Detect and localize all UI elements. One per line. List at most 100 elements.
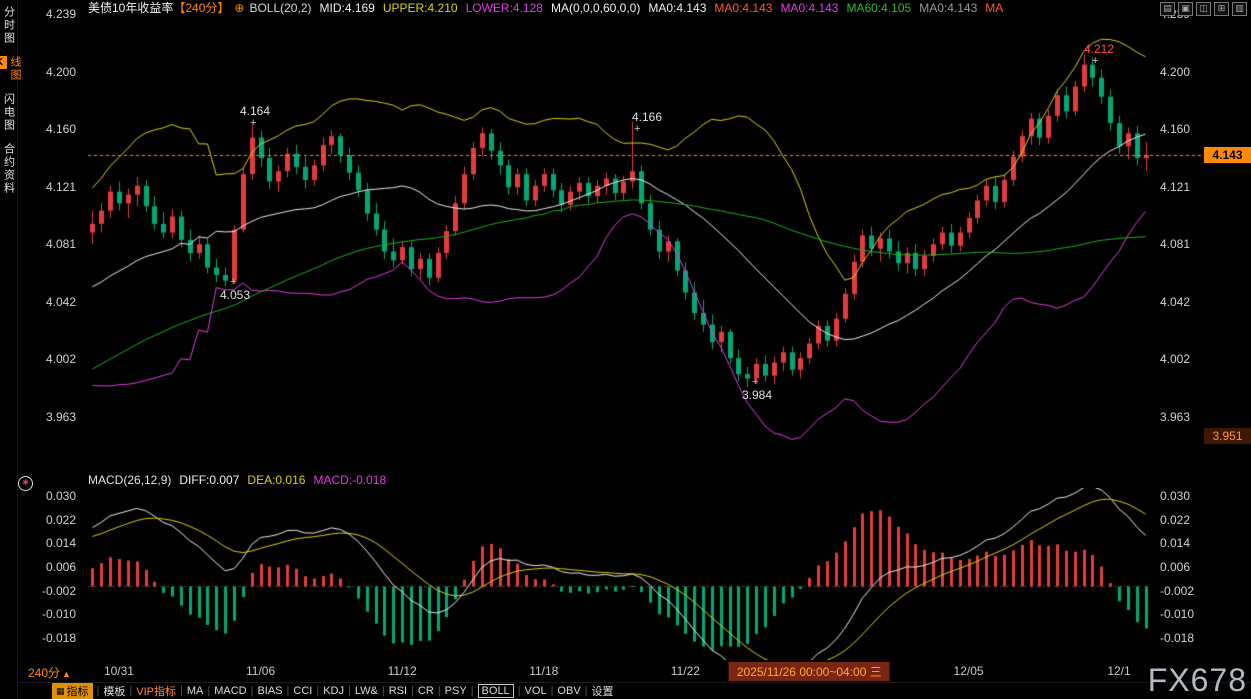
chart-type-sidebar: 分时图K线图闪电图合约资料	[0, 0, 18, 699]
toolbar-button-5[interactable]: BIAS	[257, 685, 282, 697]
axis-tick-label: 4.121	[1160, 180, 1190, 194]
axis-tick-label: 0.006	[36, 560, 76, 574]
toolbar-button-label: 设置	[592, 686, 614, 698]
axis-tick-label: 0.022	[36, 513, 76, 527]
indicator-readout: MA(0,0,0,60,0,0)	[551, 1, 640, 15]
axis-tick-label: -0.002	[1160, 584, 1194, 598]
toolbar-button-label: OBV	[557, 685, 580, 697]
sidebar-item-1[interactable]: K线图	[0, 56, 23, 82]
axis-tick-label: 3.963	[36, 410, 76, 424]
toolbar-separator: |	[316, 685, 319, 697]
macd-readout: MACD:-0.018	[313, 473, 386, 487]
time-tick: 10/31	[104, 664, 134, 678]
axis-tick-label: 4.081	[1160, 237, 1190, 251]
axis-tick-label: -0.018	[36, 631, 76, 645]
toolbar-separator: |	[518, 685, 521, 697]
sidebar-item-2[interactable]: 闪电图	[1, 93, 17, 132]
macd-readout: DEA:0.016	[247, 473, 305, 487]
chart-header: 美债10年收益率【240分】⊕BOLL(20,2)MID:4.169UPPER:…	[18, 0, 1251, 16]
toolbar-button-label: BIAS	[257, 685, 282, 697]
toolbar-separator: |	[251, 685, 254, 697]
toolbar-button-0[interactable]: ▦指标	[52, 683, 93, 699]
time-tick: 12/1	[1107, 664, 1130, 678]
axis-tick-label: 0.006	[1160, 560, 1190, 574]
toolbar-button-11[interactable]: PSY	[445, 685, 467, 697]
interval-selector-label: 240分	[28, 666, 60, 680]
axis-tick-label: 4.002	[36, 352, 76, 366]
toolbar-button-7[interactable]: KDJ	[323, 685, 344, 697]
axis-tick-label: 4.160	[1160, 122, 1190, 136]
sidebar-item-3[interactable]: 合约资料	[1, 143, 17, 195]
toolbar-button-4[interactable]: MACD	[214, 685, 246, 697]
toolbar-button-14[interactable]: OBV	[557, 685, 580, 697]
axis-tick-label: 0.030	[36, 489, 76, 503]
sidebar-item-0[interactable]: 分时图	[1, 6, 17, 45]
layout-grid-icon[interactable]: ⊞	[1214, 2, 1229, 16]
last-price-value: 4.143	[1212, 148, 1242, 162]
time-tick: 12/05	[954, 664, 984, 678]
indicator-readouts: BOLL(20,2)MID:4.169UPPER:4.210LOWER:4.12…	[249, 1, 1011, 15]
macd-chart-canvas[interactable]	[18, 488, 1251, 660]
secondary-price-tag: 3.951	[1204, 428, 1251, 444]
toolbar-button-label: 模板	[103, 686, 125, 698]
indicator-grid-icon: ▦	[56, 686, 65, 697]
axis-tick-label: 4.042	[36, 295, 76, 309]
indicator-readout: MID:4.169	[320, 1, 375, 15]
toolbar-button-label: 指标	[67, 683, 89, 699]
toolbar-separator: |	[97, 685, 100, 697]
watermark: FX678	[1148, 662, 1247, 699]
sidebar-item-label: 合约资料	[3, 143, 15, 195]
indicator-readout: UPPER:4.210	[383, 1, 458, 15]
toolbar-button-1[interactable]: 模板	[103, 683, 125, 699]
macd-readout: DIFF:0.007	[179, 473, 239, 487]
toolbar-button-8[interactable]: LW&	[355, 685, 378, 697]
sidebar-item-label: 闪电图	[3, 93, 15, 132]
toolbar-separator: |	[207, 685, 210, 697]
toolbar-button-13[interactable]: VOL	[525, 685, 547, 697]
drawing-marker-icon[interactable]: ✱	[18, 476, 33, 491]
indicator-readout: MA0:4.143	[780, 1, 838, 15]
toolbar-separator: |	[348, 685, 351, 697]
layout-wide-icon[interactable]: ▥	[1232, 2, 1247, 16]
toolbar-button-label: VIP指标	[136, 686, 176, 698]
axis-tick-label: 4.002	[1160, 352, 1190, 366]
price-chart-canvas[interactable]	[18, 0, 1251, 474]
toolbar-button-label: LW&	[355, 685, 378, 697]
toolbar-separator: |	[180, 685, 183, 697]
toolbar-button-10[interactable]: CR	[418, 685, 434, 697]
axis-tick-label: 4.160	[36, 122, 76, 136]
macd-readout: MACD(26,12,9)	[88, 473, 171, 487]
layout-single-icon[interactable]: ▣	[1178, 2, 1193, 16]
indicator-readout: MA0:4.143	[714, 1, 772, 15]
interval-selector[interactable]: 240分▲	[28, 664, 71, 681]
k-line-badge: K	[0, 56, 7, 69]
time-highlight-label: 2025/11/26 00:00~04:00 三	[729, 662, 890, 681]
toolbar-button-label: MACD	[214, 685, 246, 697]
axis-tick-label: 4.200	[36, 65, 76, 79]
time-tick: 11/22	[671, 664, 700, 678]
axis-tick-label: 4.200	[1160, 65, 1190, 79]
toolbar-button-6[interactable]: CCI	[293, 685, 312, 697]
axis-tick-label: 4.121	[36, 180, 76, 194]
indicator-readout: MA0:4.143	[648, 1, 706, 15]
axis-tick-label: -0.018	[1160, 631, 1194, 645]
toolbar-button-12[interactable]: BOLL	[478, 684, 514, 698]
toolbar-button-9[interactable]: RSI	[389, 685, 407, 697]
toolbar-button-3[interactable]: MA	[187, 685, 204, 697]
layout-toolbar: ▤▣◫⊞▥	[1160, 2, 1247, 16]
layout-split-icon[interactable]: ◫	[1196, 2, 1211, 16]
add-indicator-icon[interactable]: ⊕	[234, 1, 244, 15]
toolbar-separator: |	[287, 685, 290, 697]
axis-tick-label: 4.081	[36, 237, 76, 251]
axis-tick-label: -0.010	[1160, 607, 1194, 621]
toolbar-button-2[interactable]: VIP指标	[136, 683, 176, 699]
time-axis: 240分▲ 10/3111/0611/1211/1811/2212/0512/1…	[18, 660, 1251, 682]
toolbar-button-label: BOLL	[482, 685, 510, 697]
axis-tick-label: -0.002	[36, 584, 76, 598]
indicator-readout: MA	[985, 1, 1003, 15]
toolbar-button-label: PSY	[445, 685, 467, 697]
toolbar-separator: |	[438, 685, 441, 697]
axis-tick-label: 0.022	[1160, 513, 1190, 527]
toolbar-button-15[interactable]: 设置	[592, 683, 614, 699]
layout-list-icon[interactable]: ▤	[1160, 2, 1175, 16]
